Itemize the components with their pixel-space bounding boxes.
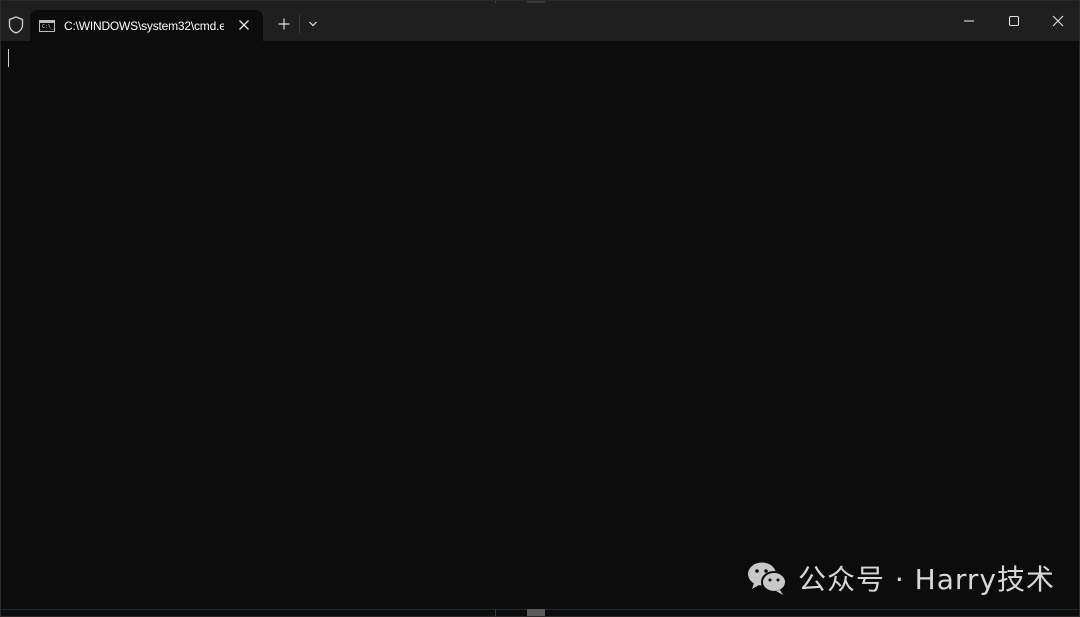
titlebar-separator xyxy=(299,15,300,33)
drag-handle[interactable] xyxy=(527,1,545,3)
shield-icon xyxy=(8,16,24,34)
wechat-logo xyxy=(747,562,787,595)
tab-cmd[interactable]: C:\_ C:\WINDOWS\system32\cmd.exe xyxy=(30,10,263,41)
cmd-icon-text: C:\_ xyxy=(42,23,55,30)
chevron-down-icon xyxy=(309,21,317,27)
maximize-icon xyxy=(1008,15,1020,27)
new-tab-button[interactable] xyxy=(273,13,295,35)
watermark: 公众号 · Harry技术 xyxy=(746,558,1055,598)
minimize-icon xyxy=(964,20,974,22)
title-bar[interactable]: C:\_ C:\WINDOWS\system32\cmd.exe xyxy=(1,1,1079,41)
minimize-button[interactable] xyxy=(954,7,984,35)
watermark-text: 公众号 · Harry技术 xyxy=(797,563,1055,596)
tab-title: C:\WINDOWS\system32\cmd.exe xyxy=(64,18,224,33)
close-window-button[interactable] xyxy=(1043,7,1073,35)
tab-dropdown-button[interactable] xyxy=(303,13,323,35)
tab-close-button[interactable] xyxy=(235,16,253,34)
terminal-output-area[interactable] xyxy=(1,41,1079,616)
maximize-button[interactable] xyxy=(999,7,1029,35)
terminal-window: C:\_ C:\WINDOWS\system32\cmd.exe 公众号 · H… xyxy=(0,0,1080,617)
resize-handle[interactable] xyxy=(527,609,545,616)
cmd-icon: C:\_ xyxy=(39,19,55,32)
text-cursor xyxy=(8,49,9,67)
close-icon xyxy=(239,20,249,30)
plus-icon xyxy=(278,18,290,30)
drag-divider xyxy=(495,1,496,3)
close-icon xyxy=(1052,15,1064,27)
bottom-divider xyxy=(495,609,496,616)
